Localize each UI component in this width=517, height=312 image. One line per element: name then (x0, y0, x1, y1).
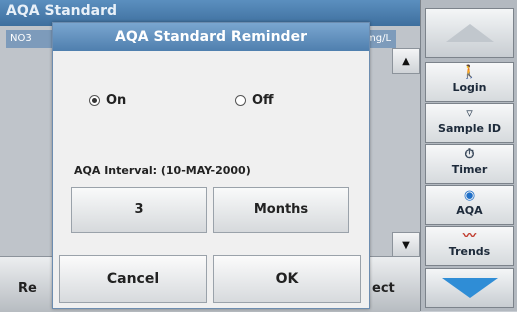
trends-button[interactable]: 〰 Trends (425, 226, 514, 266)
bottom-right-button[interactable]: ect (372, 281, 395, 296)
scroll-up-button[interactable]: ▲ (392, 48, 420, 74)
ok-button[interactable]: OK (213, 255, 361, 303)
interval-value-field[interactable]: 3 (71, 187, 207, 233)
triangle-up-icon: ▲ (402, 55, 410, 67)
aqa-label: AQA (456, 204, 483, 217)
person-icon: 🚶 (461, 65, 478, 80)
login-button[interactable]: 🚶 Login (425, 62, 514, 102)
radio-off-label: Off (252, 93, 274, 108)
scroll-down-button[interactable]: ▼ (392, 232, 420, 258)
interval-unit-field[interactable]: Months (213, 187, 349, 233)
triangle-down-icon: ▼ (402, 239, 410, 251)
radio-off[interactable]: Off (235, 93, 274, 108)
cancel-button[interactable]: Cancel (59, 255, 207, 303)
arrow-down-icon (441, 278, 498, 298)
interval-label: AQA Interval: (10-MAY-2000) (74, 164, 251, 177)
login-label: Login (452, 81, 487, 94)
aqa-icon: ◉ (463, 188, 476, 203)
radio-unselected-icon (235, 95, 246, 106)
trends-label: Trends (448, 245, 491, 258)
arrow-up-icon (445, 24, 494, 42)
aqa-reminder-dialog: AQA Standard Reminder On Off AQA Interva… (52, 22, 370, 309)
sample-cup-icon: ▿ (466, 106, 473, 121)
trend-chart-icon: 〰 (462, 229, 476, 244)
sidebar: 🚶 Login ▿ Sample ID ⏱ Timer ◉ AQA 〰 Tren… (420, 0, 517, 311)
radio-selected-icon (89, 95, 100, 106)
sample-id-label: Sample ID (438, 122, 501, 135)
sample-id-button[interactable]: ▿ Sample ID (425, 103, 514, 143)
timer-button[interactable]: ⏱ Timer (425, 144, 514, 184)
sidebar-scroll-up[interactable] (425, 8, 514, 58)
sidebar-scroll-down[interactable] (425, 268, 514, 308)
dialog-title: AQA Standard Reminder (53, 23, 369, 51)
radio-on[interactable]: On (89, 93, 126, 108)
timer-icon: ⏱ (464, 147, 475, 162)
bottom-left-button[interactable]: Re (18, 281, 37, 296)
timer-label: Timer (451, 163, 488, 176)
aqa-button[interactable]: ◉ AQA (425, 185, 514, 225)
radio-on-label: On (106, 93, 127, 108)
